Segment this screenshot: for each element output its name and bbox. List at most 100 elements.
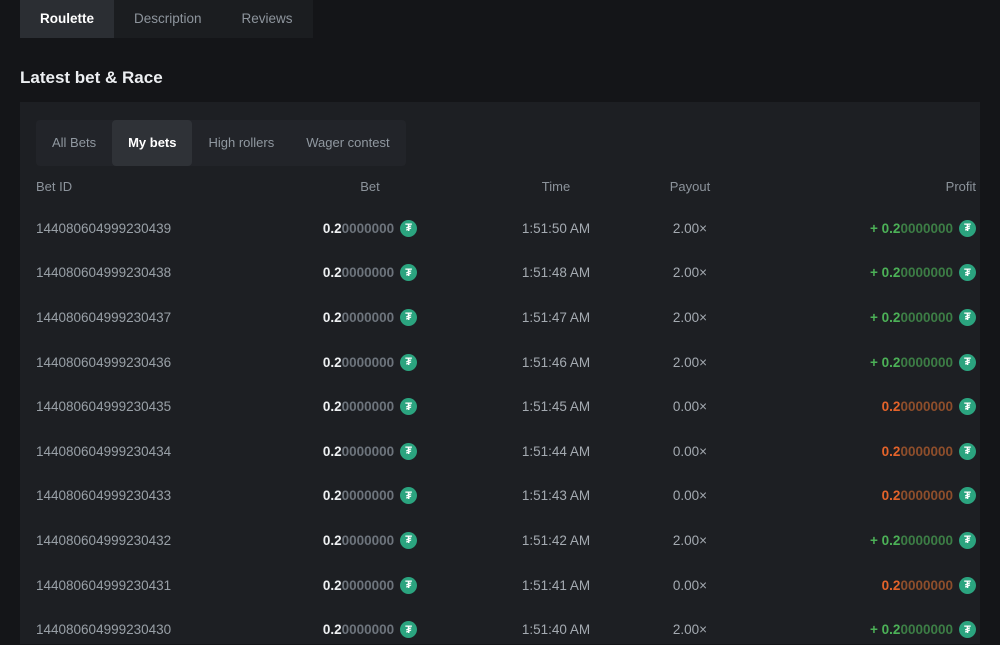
bet-amount-zeros: 0000000 bbox=[342, 488, 395, 503]
bet-id[interactable]: 144080604999230439 bbox=[36, 221, 250, 236]
bet-id[interactable]: 144080604999230437 bbox=[36, 310, 250, 325]
table-row: 144080604999230438 0.20000000 ₮ 1:51:48 … bbox=[36, 251, 976, 296]
bet-time: 1:51:43 AM bbox=[490, 488, 622, 503]
profit-significant: + 0.2 bbox=[870, 265, 900, 280]
bet-id[interactable]: 144080604999230431 bbox=[36, 578, 250, 593]
tether-icon: ₮ bbox=[400, 354, 417, 371]
bet-amount: 0.20000000 ₮ bbox=[250, 532, 490, 549]
bet-profit: + 0.20000000 ₮ bbox=[758, 309, 976, 326]
profit-significant: 0.2 bbox=[882, 444, 901, 459]
table-row: 144080604999230433 0.20000000 ₮ 1:51:43 … bbox=[36, 474, 976, 519]
bet-payout: 2.00× bbox=[622, 221, 758, 236]
bet-payout: 2.00× bbox=[622, 622, 758, 637]
section-title: Latest bet & Race bbox=[20, 68, 1000, 88]
tether-icon: ₮ bbox=[959, 220, 976, 237]
profit-zeros: 0000000 bbox=[900, 533, 953, 548]
table-row: 144080604999230436 0.20000000 ₮ 1:51:46 … bbox=[36, 340, 976, 385]
bet-amount-significant: 0.2 bbox=[323, 488, 342, 503]
bet-id[interactable]: 144080604999230438 bbox=[36, 265, 250, 280]
bet-id[interactable]: 144080604999230436 bbox=[36, 355, 250, 370]
tether-icon: ₮ bbox=[400, 532, 417, 549]
filter-tab-all-bets[interactable]: All Bets bbox=[36, 120, 112, 166]
bet-amount-zeros: 0000000 bbox=[342, 221, 395, 236]
bet-id[interactable]: 144080604999230435 bbox=[36, 399, 250, 414]
tether-icon: ₮ bbox=[400, 621, 417, 638]
bet-id[interactable]: 144080604999230432 bbox=[36, 533, 250, 548]
tab-roulette[interactable]: Roulette bbox=[20, 0, 114, 38]
profit-significant: + 0.2 bbox=[870, 355, 900, 370]
tether-icon: ₮ bbox=[959, 621, 976, 638]
header-bet: Bet bbox=[250, 179, 490, 194]
header-time: Time bbox=[490, 179, 622, 194]
bet-time: 1:51:46 AM bbox=[490, 355, 622, 370]
bet-amount: 0.20000000 ₮ bbox=[250, 354, 490, 371]
tether-icon: ₮ bbox=[959, 309, 976, 326]
bet-amount: 0.20000000 ₮ bbox=[250, 309, 490, 326]
profit-zeros: 0000000 bbox=[900, 399, 953, 414]
profit-significant: 0.2 bbox=[882, 578, 901, 593]
tab-description[interactable]: Description bbox=[114, 0, 222, 38]
bet-amount-significant: 0.2 bbox=[323, 399, 342, 414]
table-body: 144080604999230439 0.20000000 ₮ 1:51:50 … bbox=[36, 206, 976, 645]
bet-id[interactable]: 144080604999230434 bbox=[36, 444, 250, 459]
bet-amount-zeros: 0000000 bbox=[342, 399, 395, 414]
bet-time: 1:51:48 AM bbox=[490, 265, 622, 280]
bet-amount-zeros: 0000000 bbox=[342, 533, 395, 548]
bet-time: 1:51:40 AM bbox=[490, 622, 622, 637]
bet-payout: 0.00× bbox=[622, 578, 758, 593]
bet-payout: 2.00× bbox=[622, 355, 758, 370]
bet-profit: + 0.20000000 ₮ bbox=[758, 354, 976, 371]
bet-payout: 2.00× bbox=[622, 310, 758, 325]
bet-amount: 0.20000000 ₮ bbox=[250, 443, 490, 460]
bet-time: 1:51:50 AM bbox=[490, 221, 622, 236]
tether-icon: ₮ bbox=[400, 264, 417, 281]
tether-icon: ₮ bbox=[400, 309, 417, 326]
tab-reviews[interactable]: Reviews bbox=[222, 0, 313, 38]
profit-zeros: 0000000 bbox=[900, 488, 953, 503]
tether-icon: ₮ bbox=[959, 532, 976, 549]
bet-time: 1:51:42 AM bbox=[490, 533, 622, 548]
bet-amount-significant: 0.2 bbox=[323, 578, 342, 593]
bet-amount-zeros: 0000000 bbox=[342, 265, 395, 280]
filter-tab-high-rollers[interactable]: High rollers bbox=[192, 120, 290, 166]
bet-time: 1:51:47 AM bbox=[490, 310, 622, 325]
bet-amount-significant: 0.2 bbox=[323, 444, 342, 459]
bet-amount: 0.20000000 ₮ bbox=[250, 487, 490, 504]
profit-zeros: 0000000 bbox=[900, 444, 953, 459]
table-row: 144080604999230439 0.20000000 ₮ 1:51:50 … bbox=[36, 206, 976, 251]
bet-profit: + 0.20000000 ₮ bbox=[758, 532, 976, 549]
table-row: 144080604999230432 0.20000000 ₮ 1:51:42 … bbox=[36, 518, 976, 563]
bet-time: 1:51:44 AM bbox=[490, 444, 622, 459]
profit-significant: + 0.2 bbox=[870, 310, 900, 325]
bet-amount-zeros: 0000000 bbox=[342, 622, 395, 637]
profit-significant: + 0.2 bbox=[870, 533, 900, 548]
tether-icon: ₮ bbox=[959, 354, 976, 371]
table-row: 144080604999230434 0.20000000 ₮ 1:51:44 … bbox=[36, 429, 976, 474]
tether-icon: ₮ bbox=[400, 577, 417, 594]
bet-amount-zeros: 0000000 bbox=[342, 310, 395, 325]
bet-profit: 0.20000000 ₮ bbox=[758, 487, 976, 504]
bet-amount-zeros: 0000000 bbox=[342, 355, 395, 370]
tether-icon: ₮ bbox=[959, 398, 976, 415]
profit-zeros: 0000000 bbox=[900, 622, 953, 637]
tether-icon: ₮ bbox=[959, 443, 976, 460]
bet-id[interactable]: 144080604999230430 bbox=[36, 622, 250, 637]
bet-id[interactable]: 144080604999230433 bbox=[36, 488, 250, 503]
profit-zeros: 0000000 bbox=[900, 265, 953, 280]
bet-amount: 0.20000000 ₮ bbox=[250, 621, 490, 638]
bet-amount-zeros: 0000000 bbox=[342, 444, 395, 459]
profit-zeros: 0000000 bbox=[900, 578, 953, 593]
filter-tab-my-bets[interactable]: My bets bbox=[112, 120, 192, 166]
tether-icon: ₮ bbox=[400, 443, 417, 460]
filter-tab-wager-contest[interactable]: Wager contest bbox=[290, 120, 405, 166]
table-row: 144080604999230430 0.20000000 ₮ 1:51:40 … bbox=[36, 607, 976, 645]
tether-icon: ₮ bbox=[400, 398, 417, 415]
bet-amount: 0.20000000 ₮ bbox=[250, 264, 490, 281]
bet-profit: 0.20000000 ₮ bbox=[758, 443, 976, 460]
tether-icon: ₮ bbox=[400, 487, 417, 504]
bet-amount-significant: 0.2 bbox=[323, 310, 342, 325]
profit-significant: 0.2 bbox=[882, 399, 901, 414]
bet-payout: 2.00× bbox=[622, 533, 758, 548]
bet-payout: 0.00× bbox=[622, 488, 758, 503]
header-profit: Profit bbox=[758, 179, 976, 194]
